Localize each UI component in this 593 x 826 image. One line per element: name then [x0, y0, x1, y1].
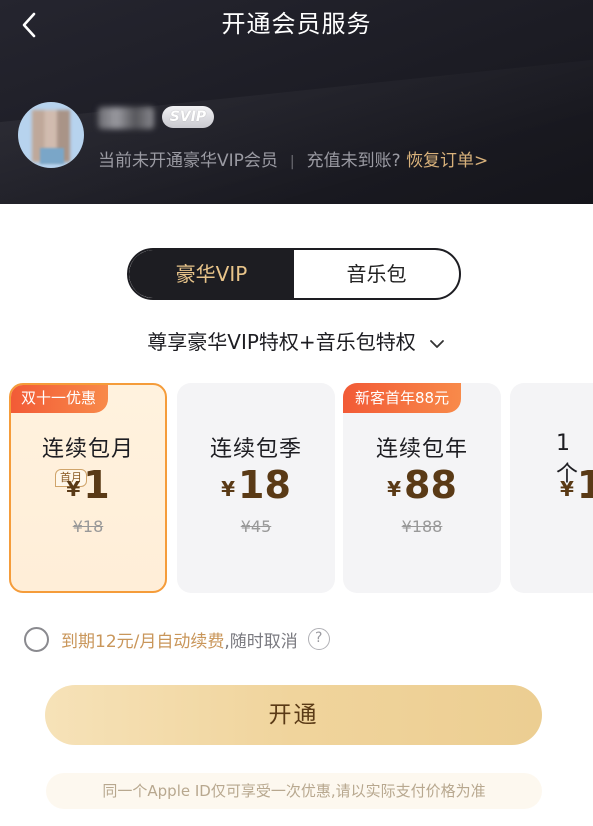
auto-renew-radio[interactable] — [24, 626, 49, 652]
promo-tag: 双十一优惠 — [11, 385, 109, 413]
restore-order-link[interactable]: 恢复订单> — [406, 151, 488, 171]
recharge-question: 充值未到账? — [306, 151, 401, 171]
tab-music-pack[interactable]: 音乐包 — [294, 250, 459, 298]
username-blurred — [98, 107, 154, 129]
privilege-label: 尊享豪华VIP特权+音乐包特权 — [147, 330, 416, 354]
original-price: ¥18 — [72, 517, 104, 536]
membership-status: 当前未开通豪华VIP会员 — [98, 151, 278, 171]
plan-name: 连续包季 — [209, 437, 302, 462]
price-amount: 88 — [404, 463, 457, 507]
price-amount: 18 — [238, 463, 291, 507]
page-title: 开通会员服务 — [221, 10, 372, 38]
help-question-icon[interactable]: ? — [307, 628, 330, 650]
plan-price: ¥88 — [343, 463, 501, 507]
tab-deluxe-vip[interactable]: 豪华VIP — [129, 250, 294, 298]
plan-card-monthly[interactable]: 双十一优惠 连续包月 首月 ¥1 ¥18 — [9, 383, 167, 593]
original-price: ¥188 — [401, 517, 443, 536]
svip-badge: SVIP — [162, 106, 214, 128]
plan-price: ¥18 — [177, 463, 335, 507]
plan-price: ¥1 — [560, 463, 593, 507]
plan-card-partial[interactable]: 1个 ¥1 — [510, 383, 593, 593]
privilege-selector[interactable]: 尊享豪华VIP特权+音乐包特权 — [0, 328, 593, 356]
auto-renew-row: 到期12元/月自动续费 ,随时取消 ? — [24, 626, 330, 652]
cancel-anytime-text: ,随时取消 — [224, 631, 298, 652]
plan-name: 连续包年 — [375, 437, 468, 462]
member-header: 开通会员服务 SVIP 当前未开通豪华VIP会员 | 充值未到账? 恢复订单> — [0, 0, 593, 204]
open-membership-button[interactable]: 开通 — [45, 685, 542, 745]
original-price: ¥45 — [240, 517, 272, 536]
auto-renew-terms: 到期12元/月自动续费 — [61, 631, 225, 652]
avatar[interactable] — [18, 102, 84, 168]
currency-symbol: ¥ — [387, 477, 402, 501]
chevron-down-icon — [429, 339, 444, 348]
price-amount: 1 — [83, 463, 110, 507]
plan-name: 连续包月 — [41, 437, 134, 462]
promo-tag: 新客首年88元 — [343, 383, 462, 413]
plan-card-yearly[interactable]: 新客首年88元 连续包年 ¥88 ¥188 — [343, 383, 501, 593]
currency-symbol: ¥ — [221, 477, 236, 501]
price-amount: 1 — [576, 463, 593, 507]
currency-symbol: ¥ — [560, 477, 574, 501]
membership-type-switch: 豪华VIP 音乐包 — [127, 248, 461, 300]
membership-status-line: 当前未开通豪华VIP会员 | 充值未到账? 恢复订单> — [98, 150, 488, 173]
discount-notice: 同一个Apple ID仅可享受一次优惠,请以实际支付价格为准 — [46, 773, 542, 809]
status-separator: | — [289, 154, 295, 170]
plan-card-quarterly[interactable]: 连续包季 ¥18 ¥45 — [177, 383, 335, 593]
plan-price: ¥1 — [11, 463, 165, 507]
currency-symbol: ¥ — [66, 477, 81, 501]
